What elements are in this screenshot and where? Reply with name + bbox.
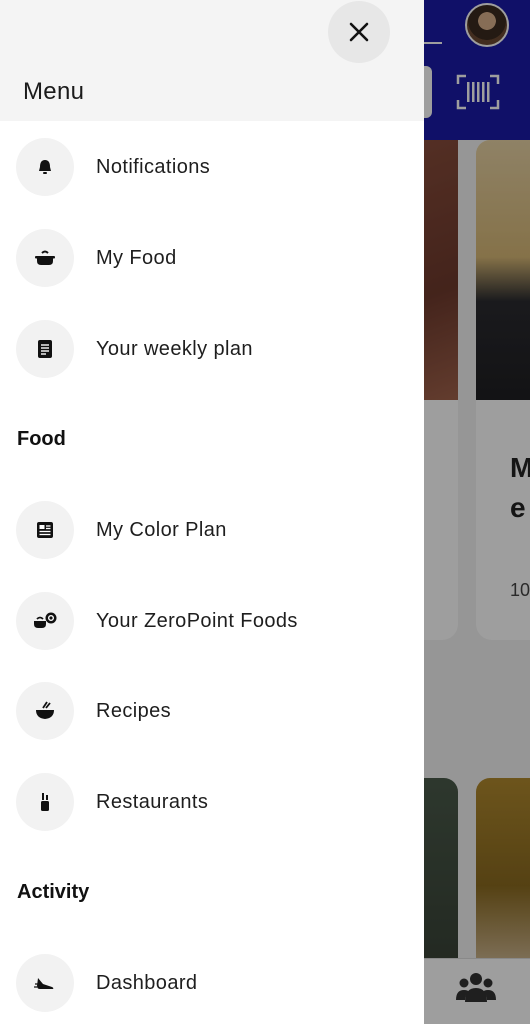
icon-circle (16, 229, 74, 287)
sneaker-icon (34, 978, 54, 989)
menu-item-restaurants[interactable]: Restaurants (0, 762, 424, 842)
menu-item-my-food[interactable]: My Food (0, 218, 424, 298)
color-plan-icon (37, 522, 53, 538)
icon-circle (16, 773, 74, 831)
drawer-header: Menu (0, 0, 424, 121)
bowl-icon (36, 701, 54, 719)
menu-item-label: Notifications (96, 155, 211, 178)
menu-item-label: Recipes (96, 699, 172, 722)
close-icon (349, 22, 369, 42)
section-header-food: Food (17, 428, 66, 450)
menu-item-label: My Food (96, 246, 177, 269)
icon-circle (16, 592, 74, 650)
icon-circle (16, 954, 74, 1012)
icon-circle (16, 138, 74, 196)
pot-icon (35, 250, 55, 265)
zeropoint-icon (34, 612, 57, 628)
menu-item-label: Dashboard (96, 971, 198, 994)
icon-circle (16, 501, 74, 559)
navigation-drawer: Menu Notifications My Food Your weekly p… (0, 0, 424, 1024)
bell-icon (39, 160, 51, 174)
menu-item-label: My Color Plan (96, 518, 227, 541)
close-button[interactable] (328, 1, 390, 63)
menu-item-notifications[interactable]: Notifications (0, 127, 424, 207)
menu-item-label: Your ZeroPoint Foods (96, 609, 298, 632)
menu-item-color-plan[interactable]: My Color Plan (0, 490, 424, 570)
icon-circle (16, 320, 74, 378)
menu-item-recipes[interactable]: Recipes (0, 671, 424, 751)
menu-item-zeropoint-foods[interactable]: Your ZeroPoint Foods (0, 581, 424, 661)
menu-item-weekly-plan[interactable]: Your weekly plan (0, 309, 424, 389)
section-header-activity: Activity (17, 881, 90, 903)
document-list-icon (38, 340, 52, 358)
drawer-title: Menu (23, 78, 85, 105)
menu-item-label: Restaurants (96, 790, 209, 813)
menu-item-label: Your weekly plan (96, 337, 253, 360)
utensils-icon (41, 793, 49, 811)
menu-item-dashboard[interactable]: Dashboard (0, 943, 424, 1023)
icon-circle (16, 682, 74, 740)
